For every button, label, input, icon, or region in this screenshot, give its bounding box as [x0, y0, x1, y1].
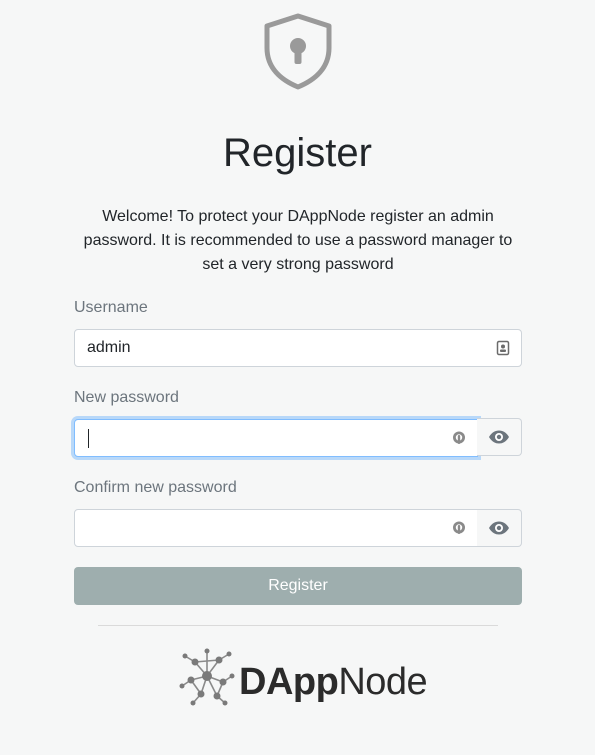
intro-text: Welcome! To protect your DAppNode regist…: [83, 208, 513, 273]
text-caret: [88, 429, 89, 448]
dappnode-network-icon: [179, 648, 235, 706]
id-card-icon: [496, 340, 510, 356]
register-button[interactable]: Register: [74, 567, 522, 605]
logo-text-bold: DApp: [239, 661, 339, 703]
eye-icon: [489, 521, 509, 535]
dappnode-wordmark: DAppNode: [239, 661, 428, 704]
logo-text-light: Node: [338, 661, 428, 703]
password-manager-icon[interactable]: [452, 430, 466, 446]
page-title: Register: [223, 131, 372, 175]
confirm-password-label: Confirm new password: [74, 479, 237, 496]
new-password-label: New password: [74, 389, 179, 406]
divider: [98, 625, 498, 626]
username-value: admin: [87, 339, 131, 356]
register-page: Register Welcome! To protect your DAppNo…: [0, 0, 595, 755]
password-manager-icon[interactable]: [452, 520, 466, 536]
toggle-new-password-visibility-button[interactable]: [477, 418, 522, 456]
toggle-confirm-password-visibility-button[interactable]: [477, 509, 522, 547]
username-field[interactable]: admin: [74, 329, 522, 367]
shield-keyhole-icon: [264, 13, 332, 90]
dappnode-logo: DAppNode: [179, 646, 428, 706]
new-password-field[interactable]: [74, 419, 478, 457]
confirm-password-field[interactable]: [74, 509, 478, 547]
username-label: Username: [74, 299, 148, 316]
eye-icon: [489, 430, 509, 444]
